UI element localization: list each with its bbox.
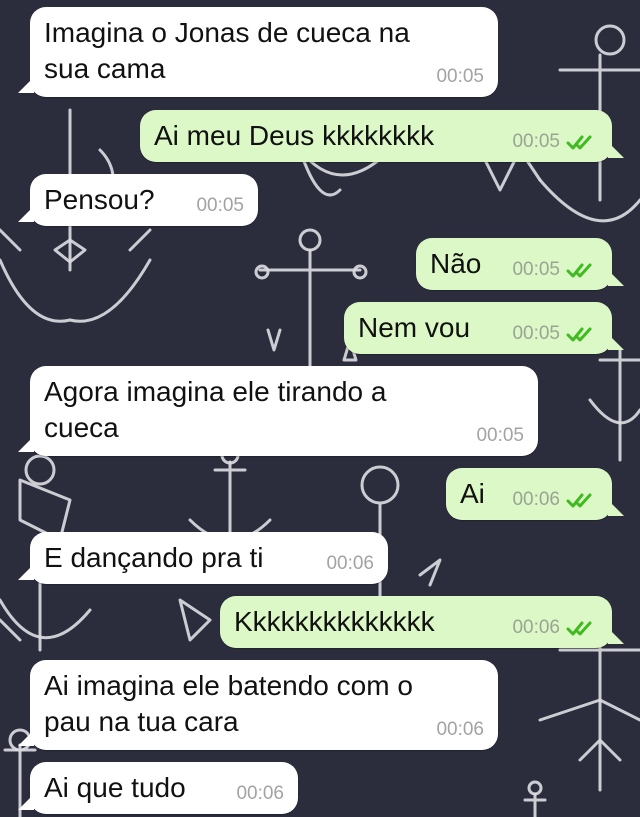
message-bubble-incoming[interactable]: E dançando pra ti 00:06 [18, 532, 388, 584]
message-meta: 00:05 [512, 132, 598, 152]
message-time: 00:06 [512, 489, 560, 510]
message-meta: 00:06 [236, 784, 284, 804]
message-list[interactable]: Imagina o Jonas de cueca na sua cama 00:… [0, 0, 640, 817]
message-bubble-outgoing[interactable]: Não 00:05 [416, 238, 624, 290]
message-text: Agora imagina ele tirando a cueca [44, 376, 387, 443]
message-bubble-outgoing[interactable]: Nem vou 00:05 [344, 302, 624, 354]
message-bubble-incoming[interactable]: Ai imagina ele batendo com o pau na tua … [18, 660, 498, 750]
message-meta: 00:06 [436, 720, 484, 740]
message-time: 00:05 [512, 259, 560, 280]
message-time: 00:05 [512, 323, 560, 344]
message-meta: 00:06 [326, 554, 374, 574]
message-text: E dançando pra ti [44, 542, 264, 573]
message-time: 00:05 [436, 66, 484, 87]
double-check-icon [566, 621, 592, 636]
message-bubble-incoming[interactable]: Imagina o Jonas de cueca na sua cama 00:… [18, 7, 498, 97]
message-time: 00:06 [326, 553, 374, 574]
message-bubble-incoming[interactable]: Ai que tudo 00:06 [18, 762, 298, 814]
message-meta: 00:05 [512, 324, 598, 344]
double-check-icon [566, 327, 592, 342]
message-meta: 00:05 [476, 426, 524, 446]
message-bubble-incoming[interactable]: Pensou? 00:05 [18, 174, 258, 226]
message-bubble-outgoing[interactable]: Ai meu Deus kkkkkkkk 00:05 [140, 110, 624, 162]
message-time: 00:05 [476, 425, 524, 446]
double-check-icon [566, 263, 592, 278]
message-time: 00:06 [512, 617, 560, 638]
message-meta: 00:05 [512, 260, 598, 280]
message-meta: 00:06 [512, 490, 598, 510]
message-time: 00:05 [196, 195, 244, 216]
message-bubble-outgoing[interactable]: Ai 00:06 [446, 468, 624, 520]
message-meta: 00:05 [196, 196, 244, 216]
message-meta: 00:05 [436, 67, 484, 87]
double-check-icon [566, 493, 592, 508]
message-bubble-outgoing[interactable]: Kkkkkkkkkkkkkk 00:06 [220, 596, 624, 648]
message-bubble-incoming[interactable]: Agora imagina ele tirando a cueca 00:05 [18, 366, 538, 456]
message-time: 00:06 [236, 783, 284, 804]
message-text: Ai imagina ele batendo com o pau na tua … [44, 670, 413, 737]
message-meta: 00:06 [512, 618, 598, 638]
double-check-icon [566, 135, 592, 150]
message-time: 00:05 [512, 131, 560, 152]
message-text: Imagina o Jonas de cueca na sua cama [44, 17, 410, 84]
message-time: 00:06 [436, 719, 484, 740]
